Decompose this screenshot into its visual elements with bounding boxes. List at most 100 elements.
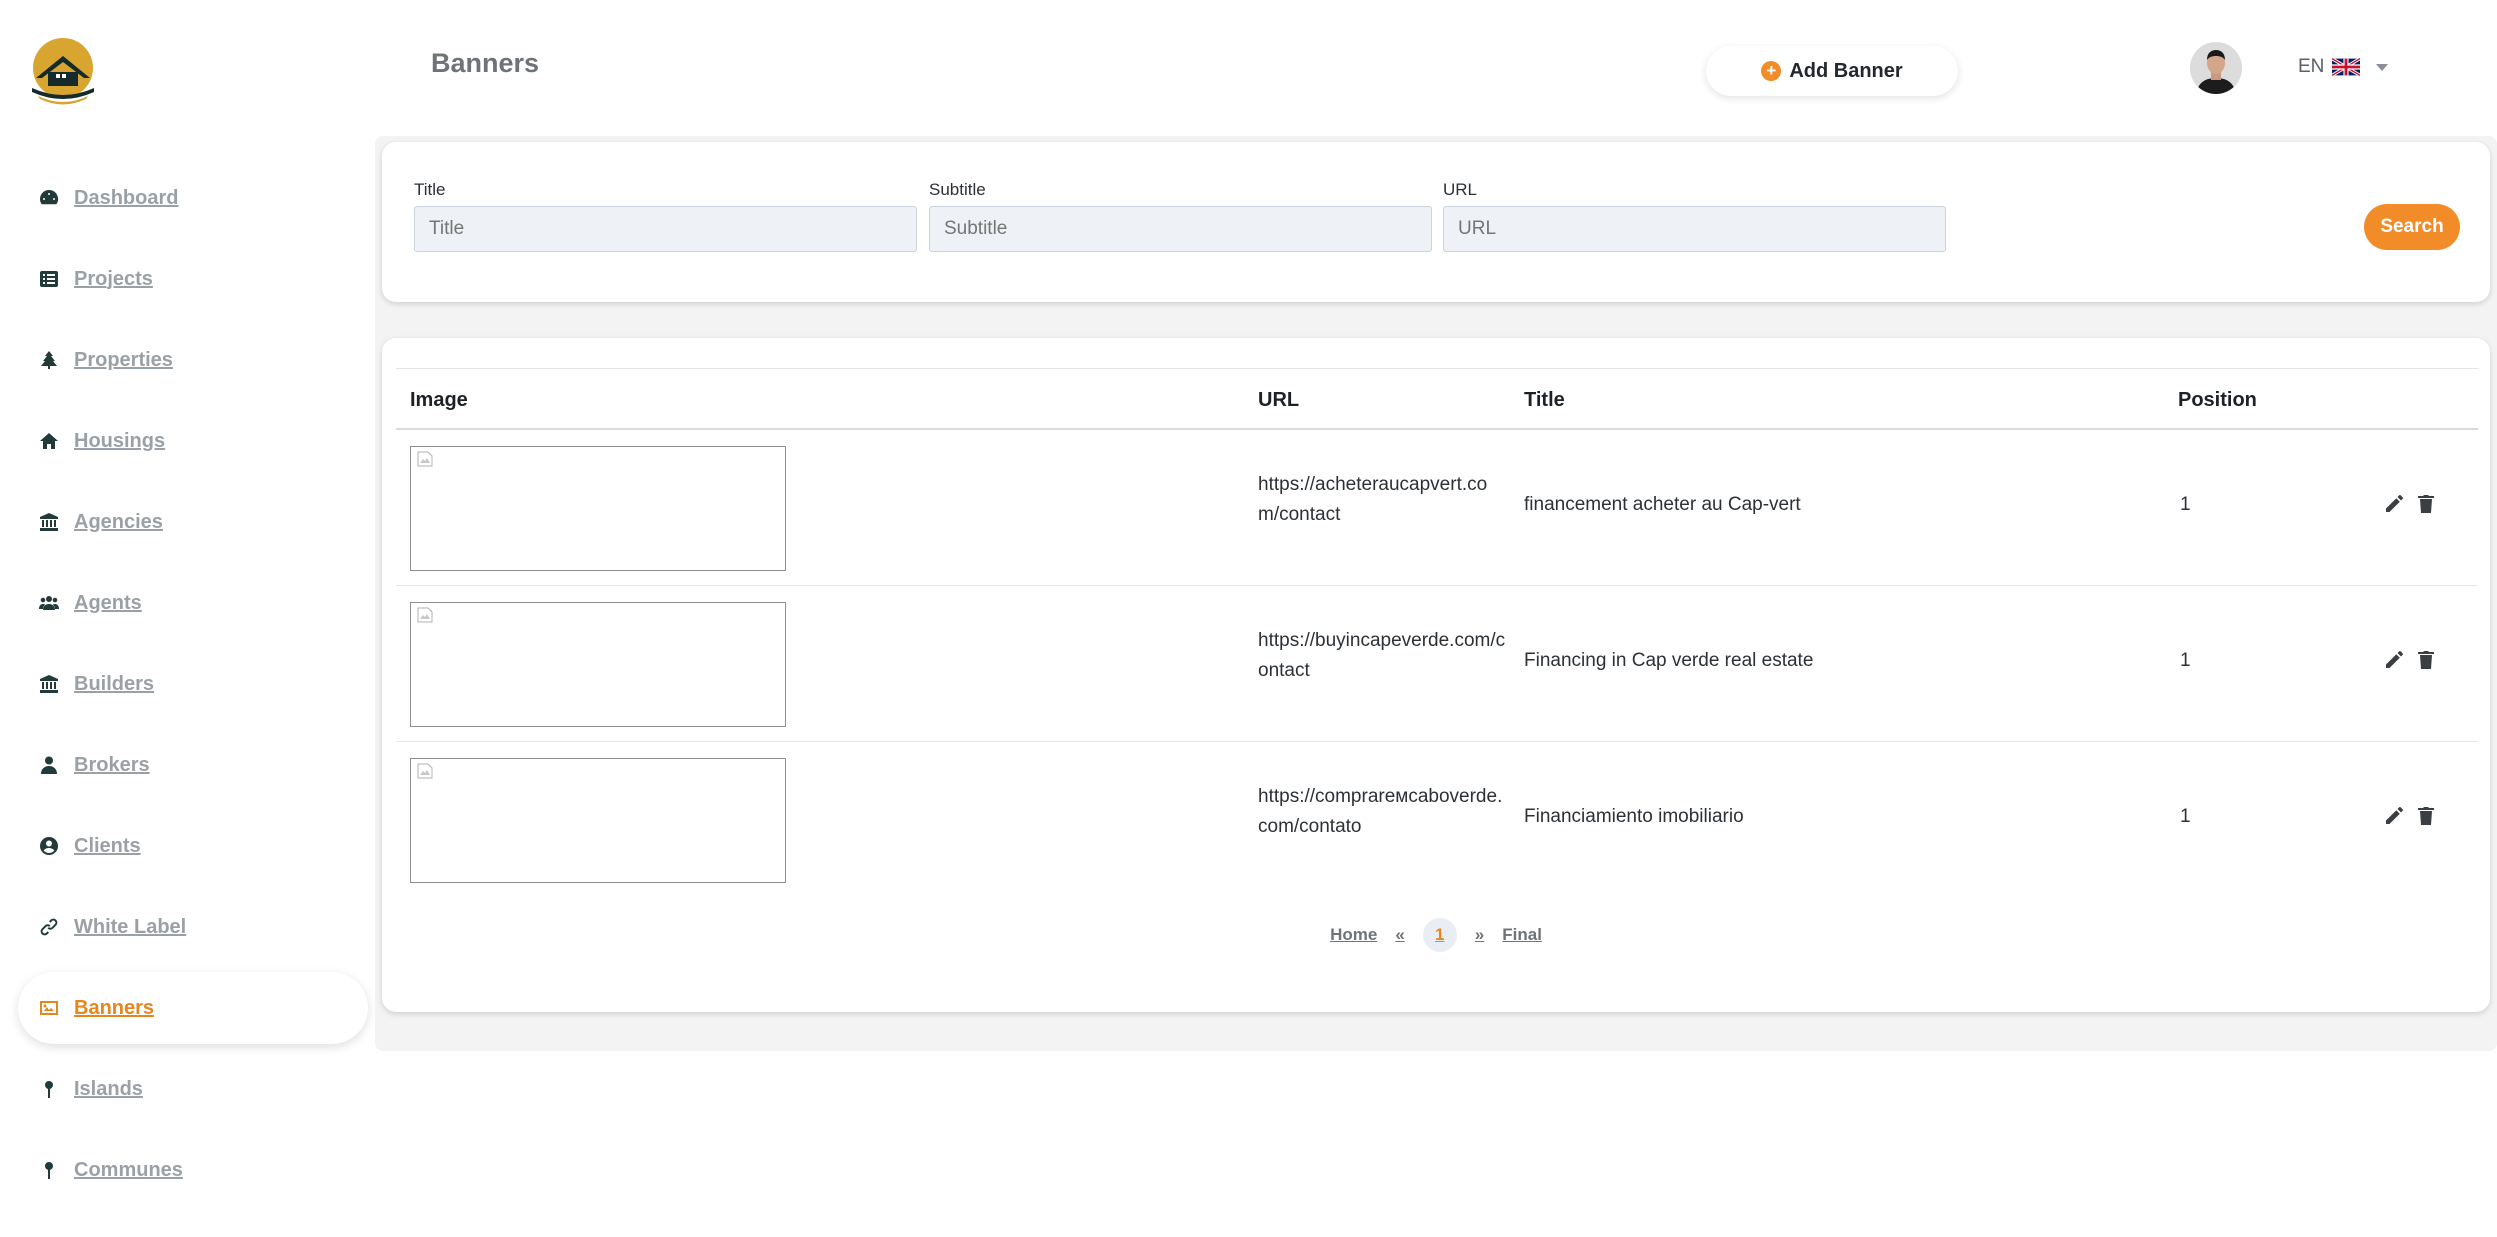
uk-flag-icon — [2332, 58, 2361, 76]
delete-icon[interactable] — [2416, 806, 2436, 826]
broken-image-icon — [417, 763, 433, 779]
table-header: Image URL Title Position — [396, 368, 2478, 430]
language-code: EN — [2298, 56, 2325, 77]
edit-icon[interactable] — [2384, 806, 2404, 826]
sidebar-item-label: Builders — [74, 672, 155, 695]
pagination-next[interactable]: » — [1475, 925, 1484, 945]
sidebar-item-label: Agencies — [74, 510, 163, 533]
banner-position: 1 — [2180, 650, 2191, 671]
pin-icon — [38, 1078, 60, 1100]
pagination-prev[interactable]: « — [1395, 925, 1404, 945]
gauge-icon — [38, 187, 60, 209]
column-header-image[interactable]: Image — [410, 389, 468, 412]
search-button[interactable]: Search — [2364, 204, 2460, 250]
subtitle-input[interactable] — [929, 206, 1432, 252]
pagination-current-page[interactable]: 1 — [1422, 918, 1457, 952]
banner-title: Financing in Cap verde real estate — [1524, 650, 1814, 671]
page-title: Banners — [431, 48, 540, 78]
subtitle-filter-label: Subtitle — [929, 180, 986, 199]
sidebar-item-properties[interactable]: Properties — [18, 324, 368, 396]
pagination-first[interactable]: Home — [1330, 925, 1377, 945]
banner-image — [410, 446, 786, 571]
tree-icon — [38, 349, 60, 371]
column-header-url[interactable]: URL — [1258, 389, 1299, 412]
sidebar-item-agencies[interactable]: Agencies — [18, 486, 368, 558]
banner-title: financement acheter au Cap-vert — [1524, 494, 1801, 515]
sidebar-item-label: Islands — [74, 1077, 143, 1100]
sidebar-item-label: White Label — [74, 915, 187, 938]
sidebar-item-label: Clients — [74, 834, 141, 857]
title-input[interactable] — [414, 206, 917, 252]
pagination: Home « 1 » Final — [382, 918, 2490, 952]
user-circle-icon — [38, 835, 60, 857]
broken-image-icon — [417, 451, 433, 467]
delete-icon[interactable] — [2416, 650, 2436, 670]
pagination-last[interactable]: Final — [1502, 925, 1542, 945]
sidebar-item-communes[interactable]: Communes — [18, 1134, 368, 1206]
plus-circle-icon: + — [1761, 61, 1782, 81]
users-icon — [38, 592, 60, 614]
pin-icon — [38, 1159, 60, 1181]
broken-image-icon — [417, 607, 433, 623]
url-filter-label: URL — [1443, 180, 1478, 199]
sidebar-item-clients[interactable]: Clients — [18, 810, 368, 882]
table-row: https://buyincapeverde.com/contact Finan… — [396, 586, 2478, 742]
edit-icon[interactable] — [2384, 494, 2404, 514]
sidebar: Dashboard Projects Properties Housings A… — [0, 0, 372, 1237]
sidebar-item-housings[interactable]: Housings — [18, 405, 368, 477]
sidebar-item-label: Banners — [74, 996, 155, 1019]
sidebar-item-agents[interactable]: Agents — [18, 567, 368, 639]
title-filter-label: Title — [414, 180, 446, 199]
sidebar-item-projects[interactable]: Projects — [18, 243, 368, 315]
bank-icon — [38, 673, 60, 695]
sidebar-item-label: Communes — [74, 1158, 183, 1181]
banner-image — [410, 758, 786, 883]
sidebar-item-label: Properties — [74, 348, 173, 371]
filter-panel: Title Subtitle URL Search — [382, 142, 2490, 302]
link-icon — [38, 916, 60, 938]
sidebar-item-builders[interactable]: Builders — [18, 648, 368, 720]
sidebar-item-brokers[interactable]: Brokers — [18, 729, 368, 801]
sidebar-item-white-label[interactable]: White Label — [18, 891, 368, 963]
brand-logo[interactable] — [28, 38, 98, 108]
row-actions — [2384, 806, 2436, 826]
sidebar-item-label: Dashboard — [74, 186, 179, 209]
banner-position: 1 — [2180, 494, 2191, 515]
list-icon — [38, 268, 60, 290]
url-input[interactable] — [1443, 206, 1946, 252]
sidebar-item-dashboard[interactable]: Dashboard — [18, 162, 368, 234]
add-banner-label: Add Banner — [1789, 59, 1903, 82]
column-header-position[interactable]: Position — [2178, 389, 2257, 412]
banners-table: Image URL Title Position https://acheter… — [382, 338, 2490, 1012]
avatar[interactable] — [2190, 42, 2242, 94]
language-selector[interactable]: EN — [2298, 56, 2389, 78]
add-banner-button[interactable]: + Add Banner — [1706, 46, 1958, 96]
bank-icon — [38, 511, 60, 533]
sidebar-item-banners[interactable]: Banners — [18, 972, 368, 1044]
sidebar-item-label: Housings — [74, 429, 166, 452]
sidebar-nav: Dashboard Projects Properties Housings A… — [18, 162, 368, 1215]
banner-url: https://buyincapeverde.com/contact — [1258, 630, 1506, 681]
sidebar-item-label: Brokers — [74, 753, 150, 776]
image-icon — [38, 997, 60, 1019]
banner-image — [410, 602, 786, 727]
chevron-down-icon — [2376, 63, 2389, 71]
column-header-title[interactable]: Title — [1524, 389, 1565, 412]
banner-position: 1 — [2180, 806, 2191, 827]
banner-url: https://acheteraucapvert.com/contact — [1258, 474, 1488, 525]
row-actions — [2384, 494, 2436, 514]
url-filter: URL — [1443, 180, 1946, 252]
table-row: https://comprarемcaboverde.com/contato F… — [396, 742, 2478, 898]
table-row: https://acheteraucapvert.com/contact fin… — [396, 430, 2478, 586]
title-filter: Title — [414, 180, 917, 252]
banner-url: https://comprarемcaboverde.com/contato — [1258, 786, 1503, 837]
user-icon — [38, 754, 60, 776]
row-actions — [2384, 650, 2436, 670]
sidebar-item-label: Projects — [74, 267, 153, 290]
edit-icon[interactable] — [2384, 650, 2404, 670]
home-icon — [38, 430, 60, 452]
subtitle-filter: Subtitle — [929, 180, 1432, 252]
sidebar-item-islands[interactable]: Islands — [18, 1053, 368, 1125]
delete-icon[interactable] — [2416, 494, 2436, 514]
banner-title: Financiamiento imobiliario — [1524, 806, 1744, 827]
